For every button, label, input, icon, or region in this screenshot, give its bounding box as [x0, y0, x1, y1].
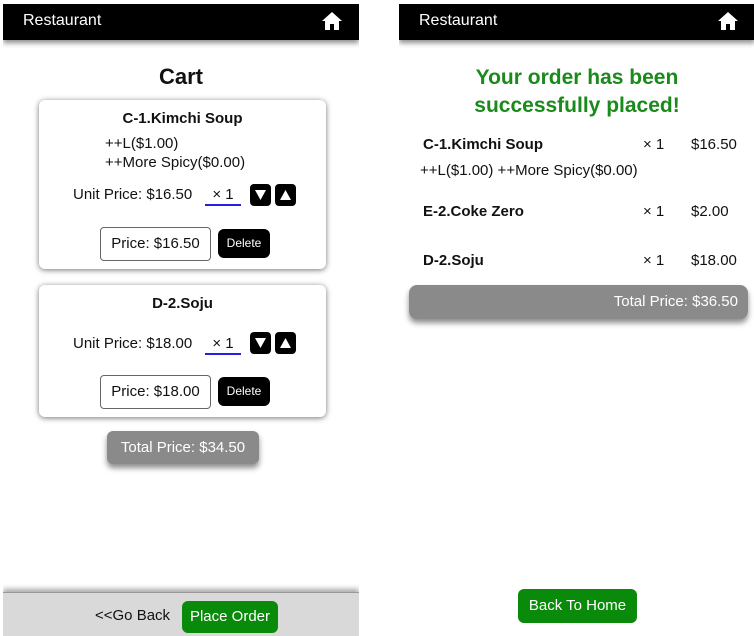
item-option: ++L($1.00) [105, 135, 179, 152]
go-back-link[interactable]: <<Go Back [95, 607, 170, 624]
order-item-price: $18.00 [691, 252, 737, 269]
triangle-up-icon [280, 190, 291, 200]
order-item-name: C-1.Kimchi Soup [423, 136, 544, 153]
order-item-name: E-2.Coke Zero [423, 203, 524, 220]
order-row: E-2.Coke Zero × 1 $2.00 [399, 203, 754, 223]
triangle-down-icon [255, 338, 266, 348]
unit-price-label: Unit Price: $16.50 [73, 186, 193, 203]
quantity-value[interactable]: × 1 [205, 335, 241, 355]
app-title: Restaurant [419, 12, 498, 29]
success-message-line: Your order has been [475, 66, 679, 89]
item-name: C-1.Kimchi Soup [122, 110, 243, 127]
app-header: Restaurant [399, 4, 754, 40]
item-name: D-2.Soju [152, 295, 213, 312]
place-order-button[interactable]: Place Order [182, 601, 278, 633]
item-price-box: Price: $16.50 [100, 227, 211, 261]
increase-quantity-button[interactable] [275, 332, 296, 354]
item-price-box: Price: $18.00 [100, 375, 211, 409]
order-item-name: D-2.Soju [423, 252, 484, 269]
order-confirmation-screen: Restaurant Your order has been successfu… [399, 4, 754, 636]
back-to-home-button[interactable]: Back To Home [518, 589, 637, 623]
order-item-qty: × 1 [643, 136, 665, 153]
home-icon[interactable] [717, 11, 739, 31]
order-item-price: $2.00 [691, 203, 729, 220]
order-item-options: ++L($1.00) ++More Spicy($0.00) [420, 162, 638, 179]
triangle-down-icon [255, 190, 266, 200]
quantity-value[interactable]: × 1 [205, 186, 241, 206]
delete-button[interactable]: Delete [218, 229, 270, 258]
delete-button[interactable]: Delete [218, 377, 270, 406]
success-message-line: successfully placed! [474, 94, 680, 117]
item-option: ++More Spicy($0.00) [105, 154, 246, 171]
decrease-quantity-button[interactable] [250, 184, 271, 206]
order-row: D-2.Soju × 1 $18.00 [399, 252, 754, 272]
cart-footer: <<Go Back Place Order [3, 592, 359, 636]
order-item-qty: × 1 [643, 252, 665, 269]
cart-screen: Restaurant Cart C-1.Kimchi Soup ++L($1.0… [3, 4, 359, 636]
decrease-quantity-button[interactable] [250, 332, 271, 354]
order-item-qty: × 1 [643, 203, 665, 220]
success-message: Your order has been successfully placed! [399, 64, 754, 120]
app-header: Restaurant [3, 4, 359, 40]
app-title: Restaurant [23, 12, 102, 29]
total-price-bar: Total Price: $36.50 [409, 285, 748, 319]
increase-quantity-button[interactable] [275, 184, 296, 206]
cart-item-card: C-1.Kimchi Soup ++L($1.00) ++More Spicy(… [39, 100, 326, 269]
order-row: C-1.Kimchi Soup × 1 $16.50 [399, 136, 754, 156]
cart-item-card: D-2.Soju Unit Price: $18.00 × 1 Price: $… [39, 285, 326, 417]
unit-price-label: Unit Price: $18.00 [73, 335, 193, 352]
triangle-up-icon [280, 338, 291, 348]
home-icon[interactable] [321, 11, 343, 31]
page-title: Cart [158, 64, 203, 89]
order-item-price: $16.50 [691, 136, 737, 153]
total-price-badge: Total Price: $34.50 [107, 431, 259, 464]
